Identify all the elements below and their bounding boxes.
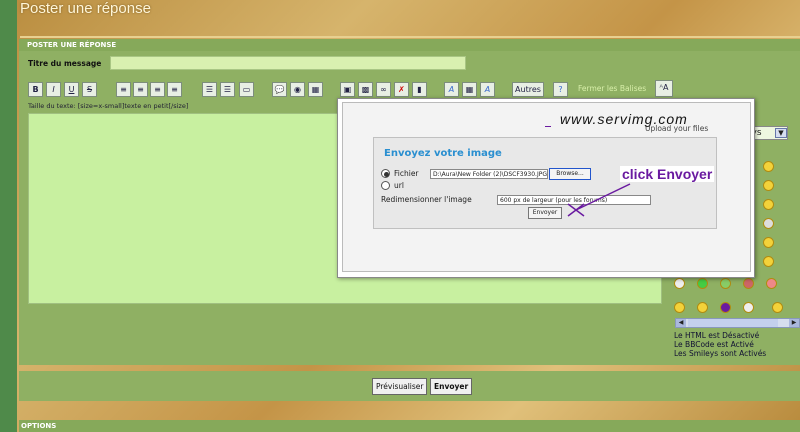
autres-button[interactable]: Autres (512, 82, 544, 97)
smiley-icon[interactable] (763, 237, 774, 248)
smiley-icon[interactable] (763, 199, 774, 210)
image-host-icon[interactable]: ▣ (340, 82, 355, 97)
strike-button[interactable]: S (82, 82, 97, 97)
smiley-icon[interactable] (720, 278, 731, 289)
url-label: url (394, 181, 404, 190)
align-center-icon[interactable]: ≡ (133, 82, 148, 97)
left-strip (0, 0, 17, 432)
status-html: Le HTML est Désactivé (674, 331, 760, 340)
video-icon[interactable]: ▮ (412, 82, 427, 97)
link-icon[interactable]: ∞ (376, 82, 391, 97)
browse-button[interactable]: Browse... (549, 168, 591, 180)
font-color-icon[interactable]: A (444, 82, 459, 97)
smiley-scrollbar[interactable]: ◀ ▶ (675, 318, 800, 328)
status-smileys: Les Smileys sont Activés (674, 349, 767, 358)
underline-button[interactable]: U (64, 82, 79, 97)
smiley-icon[interactable] (720, 302, 731, 313)
italic-button[interactable]: I (46, 82, 61, 97)
size-hint: Taille du texte: [size=x-small]texte en … (28, 102, 189, 110)
smiley-icon[interactable] (697, 278, 708, 289)
smiley-icon[interactable] (743, 302, 754, 313)
resize-label: Redimensionner l'image (381, 195, 472, 204)
close-tags-link[interactable]: Fermer les Balises (578, 84, 646, 93)
color-grid-icon[interactable]: ▦ (462, 82, 477, 97)
align-left-icon[interactable]: ≡ (116, 82, 131, 97)
image-icon[interactable]: ▩ (358, 82, 373, 97)
status-list: Le HTML est Désactivé Le BBCode est Acti… (674, 331, 766, 358)
smiley-icon[interactable] (763, 161, 774, 172)
smiley-icon[interactable] (743, 278, 754, 289)
annotation-arrow-icon (567, 183, 631, 217)
font-size-icon[interactable]: ᴬA (655, 80, 673, 97)
bullet-list-icon[interactable]: ☰ (202, 82, 217, 97)
smiley-icon[interactable] (763, 256, 774, 267)
file-label: Fichier (394, 169, 419, 178)
url-radio[interactable] (381, 181, 390, 190)
help-icon[interactable]: ? (553, 82, 568, 97)
bold-button[interactable]: B (28, 82, 43, 97)
smiley-icon[interactable] (674, 302, 685, 313)
upload-heading: Envoyez votre image (384, 148, 502, 159)
file-path-input[interactable]: D:\Aura\New Folder (2)\DSCF3930.JPG (430, 169, 548, 179)
page-title: Poster une réponse (20, 0, 151, 17)
smiley-icon[interactable] (766, 278, 777, 289)
font-face-icon[interactable]: A (480, 82, 495, 97)
subject-label: Titre du message (28, 59, 102, 68)
hr-icon[interactable]: ▭ (239, 82, 254, 97)
scroll-left-icon[interactable]: ◀ (676, 319, 686, 327)
code-icon[interactable]: ◉ (290, 82, 305, 97)
header-divider (20, 36, 800, 38)
chevron-down-icon[interactable]: ▼ (775, 128, 787, 138)
table-icon[interactable]: ▦ (308, 82, 323, 97)
file-radio[interactable] (381, 169, 390, 178)
align-right-icon[interactable]: ≡ (150, 82, 165, 97)
smiley-icon[interactable] (763, 218, 774, 229)
quote-icon[interactable]: 💬 (272, 82, 287, 97)
align-justify-icon[interactable]: ≡ (167, 82, 182, 97)
scroll-right-icon[interactable]: ▶ (789, 319, 799, 327)
smiley-icon[interactable] (763, 180, 774, 191)
status-bbcode: Le BBCode est Activé (674, 340, 754, 349)
servimg-tagline: Upload your files (645, 124, 709, 133)
logo-accent (545, 126, 551, 127)
numbered-list-icon[interactable]: ☰ (220, 82, 235, 97)
form-header: POSTER UNE RÉPONSE (19, 39, 800, 51)
preview-button[interactable]: Prévisualiser (372, 378, 428, 395)
smiley-icon[interactable] (772, 302, 783, 313)
smiley-icon[interactable] (697, 302, 708, 313)
scroll-thumb[interactable] (688, 319, 778, 327)
upload-submit-button[interactable]: Envoyer (528, 207, 562, 219)
send-button[interactable]: Envoyer (430, 378, 473, 395)
subject-input[interactable] (110, 56, 466, 70)
options-header: OPTIONS (19, 420, 800, 432)
radio-dot (384, 172, 389, 177)
smiley-icon[interactable] (674, 278, 685, 289)
flash-icon[interactable]: ✗ (394, 82, 409, 97)
